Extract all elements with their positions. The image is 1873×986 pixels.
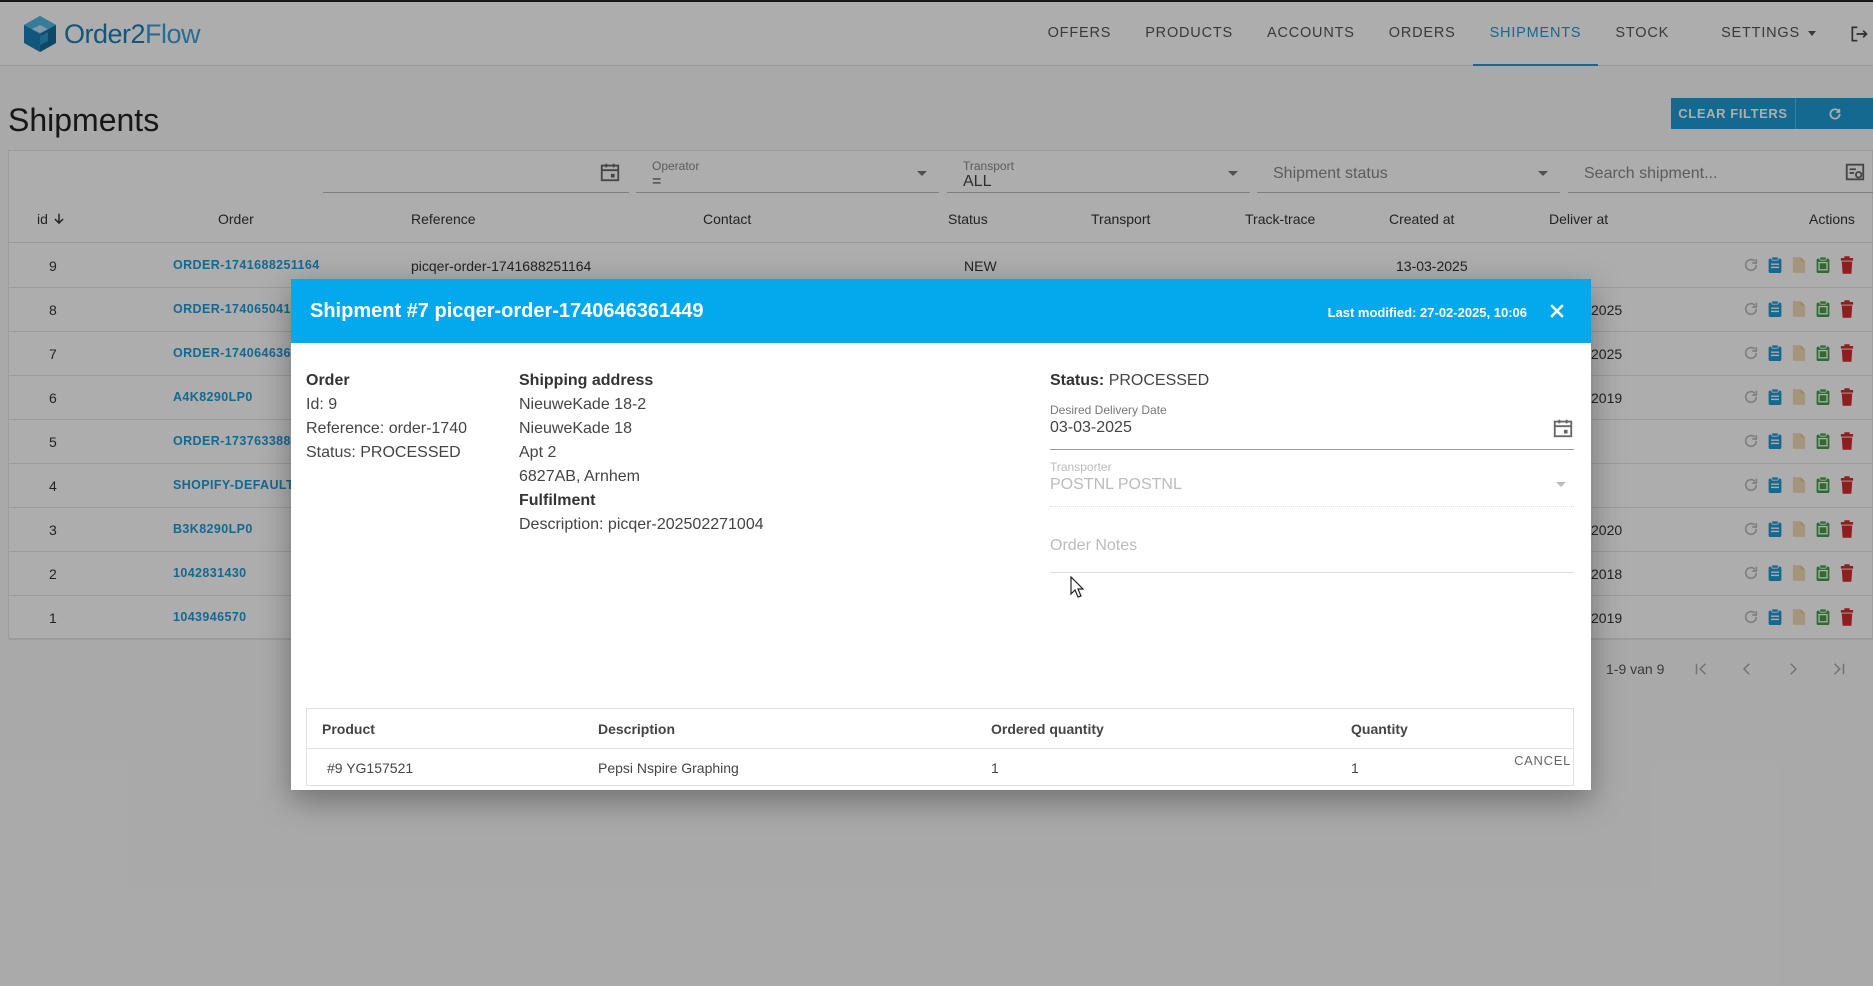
address-line: 6827AB, Arnhem: [519, 468, 640, 485]
mouse-cursor-icon: [1070, 576, 1084, 598]
order-notes-field[interactable]: Order Notes: [1050, 523, 1574, 573]
header-product: Product: [322, 721, 375, 737]
transporter-select: Transporter POSTNL POSTNL: [1050, 460, 1574, 507]
shipment-status: Status: PROCESSED: [1050, 369, 1209, 393]
divider: [307, 748, 1573, 749]
order-status: Status: PROCESSED: [306, 444, 461, 461]
quantity-cell: 1: [1351, 760, 1359, 776]
close-icon[interactable]: [1547, 301, 1567, 321]
fulfilment-description: Description: picqer-202502271004: [519, 516, 764, 533]
header-quantity: Quantity: [1351, 721, 1408, 737]
cancel-button[interactable]: CANCEL: [1514, 753, 1571, 768]
dialog-title: Shipment #7 picqer-order-1740646361449: [310, 300, 704, 322]
description-cell: Pepsi Nspire Graphing: [598, 760, 739, 776]
last-modified: Last modified: 27-02-2025, 10:06: [1327, 305, 1527, 320]
order-section: Order Id: 9 Reference: order-1740 Status…: [306, 369, 467, 465]
transporter-label: Transporter: [1050, 460, 1112, 474]
order-reference: Reference: order-1740: [306, 420, 467, 437]
header-ordered-quantity: Ordered quantity: [991, 721, 1104, 737]
address-line: Apt 2: [519, 444, 557, 461]
order-heading: Order: [306, 372, 350, 389]
shipment-status-label: Status:: [1050, 372, 1105, 389]
products-table: Product Description Ordered quantity Qua…: [306, 708, 1574, 786]
header-description: Description: [598, 721, 676, 737]
shipping-address-section: Shipping address NieuweKade 18-2 NieuweK…: [519, 369, 653, 489]
dialog-body: Order Id: 9 Reference: order-1740 Status…: [291, 343, 1591, 790]
address-line: NieuweKade 18: [519, 420, 632, 437]
ordered-quantity-cell: 1: [991, 760, 999, 776]
product-cell: #9 YG157521: [327, 760, 414, 776]
transporter-value: POSTNL POSTNL: [1050, 476, 1182, 493]
shipment-dialog: Shipment #7 picqer-order-1740646361449 L…: [291, 279, 1591, 790]
delivery-date-field[interactable]: Desired Delivery Date 03-03-2025: [1050, 403, 1574, 450]
calendar-icon[interactable]: [1552, 417, 1574, 439]
address-line: NieuweKade 18-2: [519, 396, 647, 413]
fulfilment-heading: Fulfilment: [519, 492, 596, 509]
delivery-date-label: Desired Delivery Date: [1050, 403, 1167, 417]
order-id: Id: 9: [306, 396, 338, 413]
shipment-status-value: PROCESSED: [1108, 372, 1210, 389]
order-notes-placeholder: Order Notes: [1050, 537, 1138, 554]
shipping-heading: Shipping address: [519, 372, 654, 389]
dialog-header: Shipment #7 picqer-order-1740646361449 L…: [291, 279, 1591, 343]
dropdown-arrow-icon: [1556, 482, 1566, 487]
delivery-date-value: 03-03-2025: [1050, 419, 1132, 436]
fulfilment-section: Fulfilment Description: picqer-202502271…: [519, 489, 764, 537]
